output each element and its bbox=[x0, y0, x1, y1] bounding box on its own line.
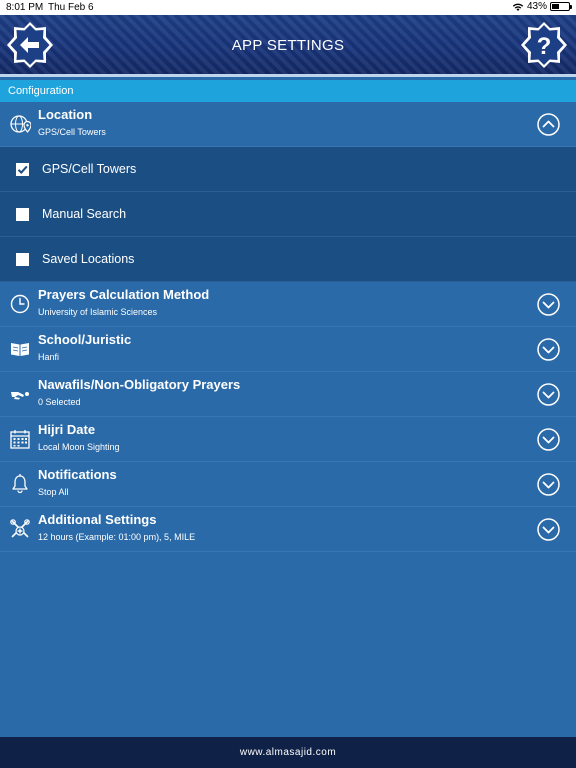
setting-label: Nawafils/Non-Obligatory Prayers bbox=[38, 377, 241, 392]
globe-pin-icon bbox=[10, 115, 31, 133]
clock-icon bbox=[10, 294, 30, 314]
chevron-down-icon[interactable] bbox=[537, 428, 560, 451]
calendar-icon bbox=[10, 430, 30, 449]
chevron-down-icon[interactable] bbox=[537, 293, 560, 316]
location-option-manual-search[interactable]: Manual Search bbox=[0, 192, 576, 237]
status-time: 8:01 PM bbox=[6, 2, 44, 13]
prostration-icon bbox=[11, 392, 29, 400]
setting-value: 0 Selected bbox=[38, 397, 81, 407]
setting-row-nawafils[interactable]: Nawafils/Non-Obligatory Prayers 0 Select… bbox=[0, 372, 576, 417]
option-label: GPS/Cell Towers bbox=[42, 162, 137, 176]
chevron-up-icon[interactable] bbox=[537, 113, 560, 136]
status-date: Thu Feb 6 bbox=[48, 2, 94, 13]
wifi-icon bbox=[512, 3, 524, 11]
chevron-down-icon[interactable] bbox=[537, 338, 560, 361]
checkbox-unchecked[interactable] bbox=[16, 208, 29, 221]
setting-label: Location bbox=[38, 107, 93, 122]
chevron-down-icon[interactable] bbox=[537, 518, 560, 541]
section-title: Configuration bbox=[0, 80, 576, 102]
page-title: APP SETTINGS bbox=[231, 37, 345, 54]
app-header: APP SETTINGS ? bbox=[0, 15, 576, 77]
battery-percent: 43% bbox=[526, 1, 547, 12]
status-bar: 8:01 PM Thu Feb 6 43% bbox=[0, 0, 576, 15]
question-mark-icon: ? bbox=[537, 33, 552, 60]
setting-value: Hanfi bbox=[38, 352, 60, 362]
setting-row-calculation-method[interactable]: Prayers Calculation Method University of… bbox=[0, 282, 576, 327]
help-button[interactable]: ? bbox=[520, 21, 568, 69]
chevron-down-icon[interactable] bbox=[537, 383, 560, 406]
setting-label: School/Juristic bbox=[38, 332, 132, 347]
tools-icon bbox=[10, 519, 30, 538]
setting-row-hijri-date[interactable]: Hijri Date Local Moon Sighting bbox=[0, 417, 576, 462]
location-option-saved-locations[interactable]: Saved Locations bbox=[0, 237, 576, 282]
battery-icon bbox=[550, 2, 572, 11]
setting-row-additional-settings[interactable]: Additional Settings 12 hours (Example: 0… bbox=[0, 507, 576, 552]
setting-row-notifications[interactable]: Notifications Stop All bbox=[0, 462, 576, 507]
footer-website[interactable]: www.almasajid.com bbox=[0, 737, 576, 768]
setting-value: University of Islamic Sciences bbox=[38, 307, 158, 317]
location-option-gps[interactable]: GPS/Cell Towers bbox=[0, 147, 576, 192]
setting-label: Hijri Date bbox=[38, 422, 96, 437]
setting-row-location[interactable]: Location GPS/Cell Towers bbox=[0, 102, 576, 147]
setting-value: Stop All bbox=[38, 487, 69, 497]
setting-value: Local Moon Sighting bbox=[38, 442, 120, 452]
checkbox-unchecked[interactable] bbox=[16, 253, 29, 266]
setting-row-school-juristic[interactable]: School/Juristic Hanfi bbox=[0, 327, 576, 372]
book-icon bbox=[11, 343, 29, 356]
chevron-down-icon[interactable] bbox=[537, 473, 560, 496]
setting-label: Prayers Calculation Method bbox=[38, 287, 210, 302]
setting-value: 12 hours (Example: 01:00 pm), 5, MILE bbox=[38, 532, 196, 542]
checkbox-checked[interactable] bbox=[16, 163, 29, 176]
checkmark-icon bbox=[17, 165, 28, 175]
status-indicators: 43% bbox=[512, 1, 572, 12]
bell-icon bbox=[12, 474, 28, 494]
setting-label: Notifications bbox=[38, 467, 117, 482]
setting-label: Additional Settings bbox=[38, 512, 157, 527]
setting-value: GPS/Cell Towers bbox=[38, 127, 106, 137]
option-label: Saved Locations bbox=[42, 252, 135, 266]
option-label: Manual Search bbox=[42, 207, 127, 221]
